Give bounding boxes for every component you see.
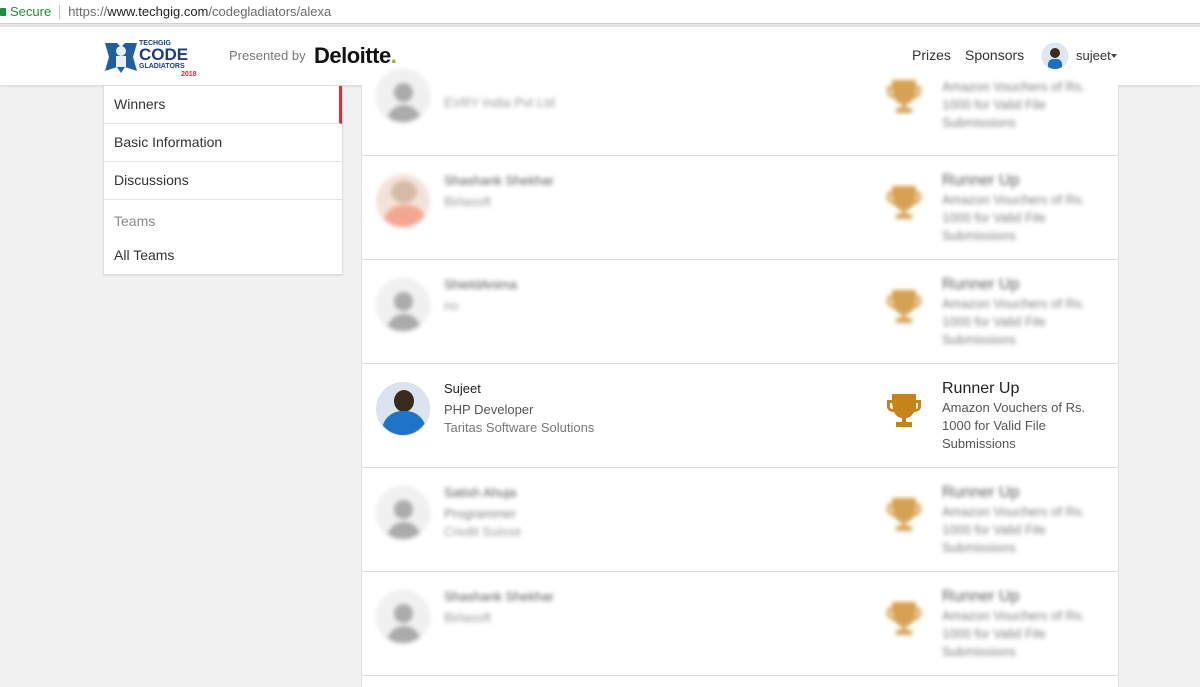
list-item[interactable]: Shashank Shekhar Birlasoft Runner Up Ama… [362,572,1118,676]
winner-prize: Amazon Vouchers of Rs. 1000 for Valid Fi… [942,608,1086,659]
sidebar-item-all-teams[interactable]: All Teams [114,247,174,263]
winner-name: Satish Ahuja [444,485,517,500]
url-text[interactable]: https://www.techgig.com/codegladiators/a… [68,4,331,19]
lock-icon [0,7,6,16]
winner-rank: Runner Up [942,172,1020,189]
list-item[interactable]: Shashank Shekhar Birlasoft Runner Up Ama… [362,156,1118,260]
list-item[interactable]: ShieldAnima no Runner Up Amazon Vouchers… [362,260,1118,364]
winner-prize: Amazon Vouchers of Rs. 1000 for Valid Fi… [942,192,1086,243]
winner-company: no [444,298,459,313]
logo-year: 2018 [181,71,197,77]
winner-name: ShieldAnima [444,277,517,292]
winner-company: EVRY India Pvt Ltd [444,95,555,110]
trophy-icon [887,290,921,323]
winner-name: Shashank Shekhar [444,589,554,604]
avatar [376,174,430,228]
winner-name: Shashank Shekhar [444,173,554,188]
winner-rank: Runner Up [942,484,1020,501]
winner-prize: Amazon Vouchers of Rs. 1000 for Valid Fi… [942,296,1086,347]
winner-company: Credit Suisse [444,524,522,539]
winner-prize: Amazon Vouchers of Rs. 1000 for Valid Fi… [942,79,1086,130]
browser-address-bar[interactable]: Secure https://www.techgig.com/codegladi… [0,0,1200,24]
sidebar-item-winners[interactable]: Winners [104,86,342,124]
winner-title: Programmer [444,506,517,521]
winner-title: PHP Developer [444,402,534,417]
trophy-icon [887,394,921,427]
winner-rank: Runner Up [942,380,1020,397]
sidebar-heading-teams: Teams [114,213,156,229]
address-separator [59,4,61,19]
trophy-icon [887,80,921,113]
list-item[interactable]: Satish Ahuja Programmer Credit Suisse Ru… [362,468,1118,572]
winner-rank: Runner Up [942,588,1020,605]
trophy-icon [887,602,921,635]
winner-company: Birlasoft [444,194,491,209]
winner-name: Sujeet [444,381,481,396]
avatar [376,590,430,644]
winners-list: EVRY India Pvt Ltd Amazon Vouchers of Rs… [361,69,1119,687]
logo-main-text: CODE [139,45,188,64]
winner-rank: Runner Up [942,276,1020,293]
avatar [376,278,430,332]
secure-label: Secure [10,4,52,19]
winner-prize: Amazon Vouchers of Rs. 1000 for Valid Fi… [942,504,1086,555]
trophy-icon [887,186,921,219]
presented-by-label: Presented by [229,48,306,63]
trophy-icon [887,498,921,531]
avatar [376,69,430,123]
winner-prize: Amazon Vouchers of Rs. 1000 for Valid Fi… [942,400,1086,451]
winner-company: Birlasoft [444,610,491,625]
list-item[interactable]: EVRY India Pvt Ltd Amazon Vouchers of Rs… [362,52,1118,156]
sidebar-item-discussions[interactable]: Discussions [104,162,342,200]
sidebar: Winners Basic Information Discussions Te… [103,85,343,275]
code-gladiators-logo[interactable]: TECHGIG CODE GLADIATORS 2018 [103,37,203,78]
winner-company: Taritas Software Solutions [444,420,595,435]
avatar [376,486,430,540]
avatar [376,382,430,436]
sidebar-item-basic-information[interactable]: Basic Information [104,124,342,162]
logo-sub-text: GLADIATORS [139,63,185,70]
list-item[interactable]: Sujeet PHP Developer Taritas Software So… [362,364,1118,468]
